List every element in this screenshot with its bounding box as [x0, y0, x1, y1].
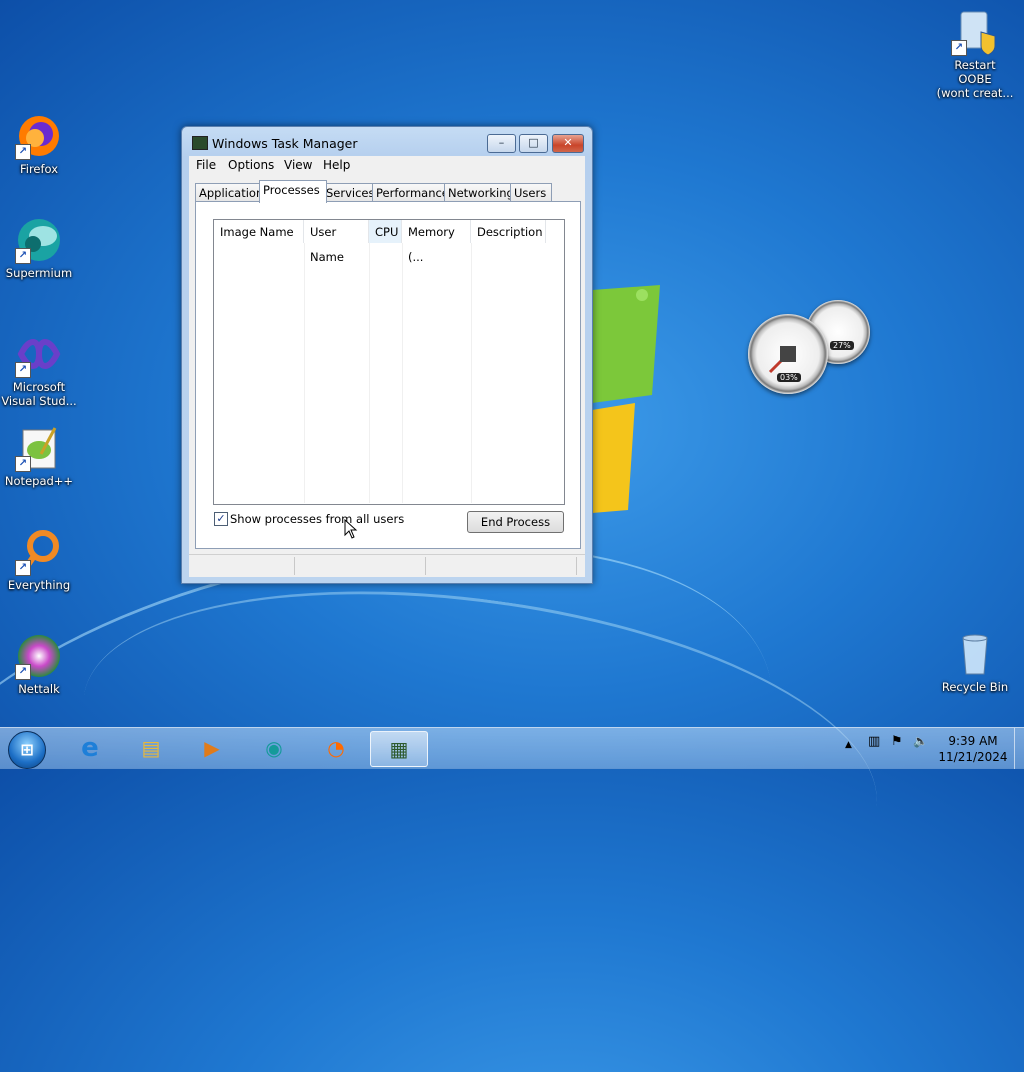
column-divider [402, 243, 403, 503]
column-description[interactable]: Description [471, 220, 546, 243]
tab-services[interactable]: Services [322, 183, 376, 202]
shortcut-arrow-icon: ↗ [15, 362, 31, 378]
status-bar [189, 554, 585, 577]
taskbar-media-player[interactable]: ▶ [184, 731, 240, 765]
restart-oobe-icon: ↗ [951, 8, 999, 56]
menu-file[interactable]: File [196, 158, 216, 172]
maximize-button[interactable]: □ [519, 134, 548, 153]
column-user-name[interactable]: User Name [304, 220, 369, 264]
desktop-icon-label: Restart OOBE [954, 58, 996, 86]
shortcut-arrow-icon: ↗ [15, 664, 31, 680]
mouse-cursor-icon [344, 519, 358, 539]
desktop-icon-visual-studio[interactable]: ↗ Microsoft Visual Stud... [0, 330, 78, 408]
memory-gauge-value: 27% [830, 341, 854, 350]
nettalk-icon: ↗ [15, 632, 63, 680]
client-area: Applications Processes Services Performa… [189, 175, 585, 554]
volume-icon[interactable]: 🔈 [913, 734, 928, 748]
column-divider [471, 243, 472, 503]
supermium-icon: ↗ [15, 216, 63, 264]
shortcut-arrow-icon: ↗ [15, 248, 31, 264]
show-all-users-checkbox[interactable]: ✓ [214, 512, 228, 526]
firefox-icon: ↗ [15, 112, 63, 160]
clock-time: 9:39 AM [948, 734, 998, 748]
desktop-icon-supermium[interactable]: ↗ Supermium [0, 216, 78, 280]
task-manager-window[interactable]: Windows Task Manager – □ ✕ File Options … [181, 126, 593, 584]
taskbar-firefox[interactable]: ◔ [308, 731, 364, 765]
tab-networking[interactable]: Networking [444, 183, 514, 202]
media-player-icon: ▶ [204, 736, 220, 760]
processes-panel: Image Name User Name CPU Memory (... Des… [195, 201, 581, 549]
desktop-icon-label: Firefox [19, 162, 59, 176]
network-icon[interactable]: ▥ [868, 734, 880, 749]
task-manager-icon: ▦ [389, 737, 409, 761]
desktop-icon-restart-oobe[interactable]: ↗ Restart OOBE (wont creat... [936, 8, 1014, 100]
process-list[interactable]: Image Name User Name CPU Memory (... Des… [213, 219, 565, 505]
desktop-icon-notepadpp[interactable]: ↗ Notepad++ [0, 424, 78, 488]
status-cell [189, 557, 295, 575]
action-center-flag-icon[interactable]: ⚑ [891, 734, 903, 749]
desktop-icon-label: Everything [7, 578, 71, 592]
tab-applications[interactable]: Applications [195, 183, 269, 202]
shortcut-arrow-icon: ↗ [951, 40, 967, 56]
desktop-icon-everything[interactable]: ↗ Everything [0, 528, 78, 592]
desktop-icon-label: (wont creat... [936, 86, 1014, 100]
window-title: Windows Task Manager [212, 136, 358, 151]
desktop-icon-label: Nettalk [18, 682, 60, 696]
shortcut-arrow-icon: ↗ [15, 560, 31, 576]
desktop-icon-label: Supermium [5, 266, 73, 280]
internet-explorer-icon: e [81, 733, 99, 763]
status-cell [426, 557, 577, 575]
menu-bar: File Options View Help [189, 156, 585, 175]
menu-options[interactable]: Options [228, 158, 274, 172]
taskbar-internet-explorer[interactable]: e [62, 731, 118, 765]
show-hidden-icons-chevron-icon[interactable]: ▲ [845, 740, 852, 750]
visual-studio-icon: ↗ [15, 330, 63, 378]
minimize-button[interactable]: – [487, 134, 516, 153]
firefox-icon: ◔ [327, 736, 345, 760]
gauge-needle-icon [768, 346, 796, 374]
explorer-folder-icon: ▤ [141, 736, 161, 760]
task-manager-icon [192, 136, 208, 150]
desktop-icon-nettalk[interactable]: ↗ Nettalk [0, 632, 78, 696]
desktop-icon-label: Microsoft Visual Stud... [1, 380, 77, 408]
shortcut-arrow-icon: ↗ [15, 144, 31, 160]
taskbar: ⊞ e ▤ ▶ ◉ ◔ ▦ ▲ ▥ ⚑ 🔈 9:39 AM 11/21/2024 [0, 727, 1024, 769]
system-clock[interactable]: 9:39 AM 11/21/2024 [935, 733, 1011, 765]
tab-users[interactable]: Users [510, 183, 552, 202]
column-cpu[interactable]: CPU [369, 220, 402, 243]
desktop-icon-recycle-bin[interactable]: Recycle Bin [936, 630, 1014, 694]
title-bar[interactable]: Windows Task Manager – □ ✕ [182, 127, 592, 157]
end-process-button[interactable]: End Process [467, 511, 564, 533]
desktop-icon-firefox[interactable]: ↗ Firefox [0, 112, 78, 176]
tab-processes[interactable]: Processes [259, 180, 327, 203]
column-divider [304, 243, 305, 503]
desktop-icon-label: Recycle Bin [941, 680, 1009, 694]
taskbar-supermium[interactable]: ◉ [246, 731, 302, 765]
show-desktop-button[interactable] [1014, 728, 1024, 769]
start-button[interactable]: ⊞ [8, 731, 46, 769]
desktop-icon-label: Notepad++ [4, 474, 74, 488]
show-all-users-label[interactable]: Show processes from all users [230, 512, 404, 526]
taskbar-task-manager[interactable]: ▦ [370, 731, 428, 767]
close-button[interactable]: ✕ [552, 134, 584, 153]
recycle-bin-icon [951, 630, 999, 678]
menu-help[interactable]: Help [323, 158, 350, 172]
notepadpp-icon: ↗ [15, 424, 63, 472]
column-memory[interactable]: Memory (... [402, 220, 471, 264]
taskbar-explorer[interactable]: ▤ [123, 731, 179, 765]
shortcut-arrow-icon: ↗ [15, 456, 31, 472]
clock-date: 11/21/2024 [938, 750, 1008, 764]
supermium-icon: ◉ [265, 736, 283, 760]
menu-view[interactable]: View [284, 158, 312, 172]
column-image-name[interactable]: Image Name [214, 220, 304, 243]
windows-logo-wallpaper [592, 285, 660, 513]
column-divider [369, 243, 370, 503]
tab-performance[interactable]: Performance [372, 183, 449, 202]
everything-icon: ↗ [15, 528, 63, 576]
status-cell [295, 557, 426, 575]
